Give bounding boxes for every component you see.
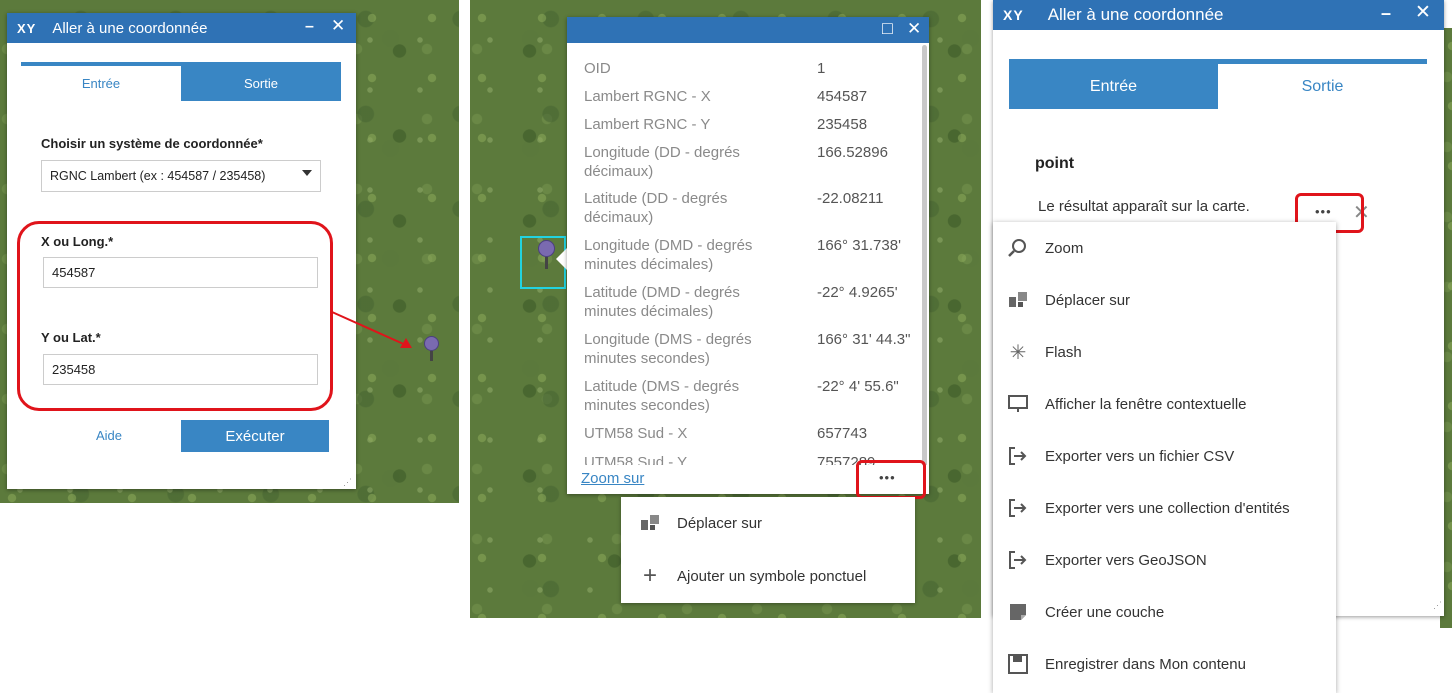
tab-input[interactable]: Entrée <box>1009 64 1218 109</box>
close-button[interactable]: ✕ <box>331 16 345 36</box>
pan-to-icon <box>1007 289 1029 311</box>
more-options-button[interactable]: ••• <box>879 470 896 485</box>
coordinate-widget-panel: XY Aller à une coordonnée – ✕ Entrée Sor… <box>7 13 356 489</box>
tab-output[interactable]: Sortie <box>1218 64 1427 109</box>
attribute-value: 166.52896 <box>817 144 888 161</box>
attribute-value: 166° 31.738' <box>817 237 901 254</box>
attribute-label: Longitude (DD - degrés décimaux) <box>584 144 740 180</box>
menu-item-add-point-symbol[interactable]: + Ajouter un symbole ponctuel <box>639 562 867 589</box>
attribute-label: Lambert RGNC - X <box>584 88 711 105</box>
attribute-value: -22° 4.9265' <box>817 284 898 301</box>
coordinate-system-select[interactable]: RGNC Lambert (ex : 454587 / 235458) <box>41 160 321 192</box>
export-icon <box>1007 445 1029 467</box>
widget-title: Aller à une coordonnée <box>1047 5 1224 24</box>
help-link[interactable]: Aide <box>96 428 122 443</box>
popup-window-icon <box>1007 393 1029 415</box>
x-input[interactable]: 454587 <box>43 257 318 288</box>
pan-to-icon <box>639 512 661 534</box>
attribute-label: UTM58 Sud - X <box>584 425 688 442</box>
annotation-arrow <box>331 311 412 348</box>
result-text: Le résultat apparaît sur la carte. <box>1038 198 1250 215</box>
close-button[interactable]: ✕ <box>907 19 921 39</box>
menu-item-label: Afficher la fenêtre contextuelle <box>1045 395 1247 413</box>
y-label: Y ou Lat.* <box>41 330 101 345</box>
menu-item-label: Exporter vers une collection d'entités <box>1045 499 1290 517</box>
attribute-value: 235458 <box>817 116 868 133</box>
feature-popup: □ ✕ OID 1 Lambert RGNC - X 454587 Lambert RG… <box>567 17 929 494</box>
attribute-label: Latitude (DMS - degrés minutes secondes) <box>584 378 740 414</box>
xy-logo-icon: XY <box>17 20 37 36</box>
resize-handle-icon[interactable]: ⋰ <box>1433 600 1442 611</box>
popup-scrollbar[interactable] <box>922 45 927 475</box>
save-icon <box>1007 653 1029 675</box>
menu-item-export-csv[interactable]: Exporter vers un fichier CSV <box>1007 443 1234 469</box>
close-button[interactable]: ✕ <box>1415 1 1431 24</box>
attribute-label: Latitude (DD - degrés décimaux) <box>584 190 728 226</box>
plus-icon: + <box>642 562 657 589</box>
menu-item-flash[interactable]: ✳ Flash <box>1007 339 1082 365</box>
attribute-label: Latitude (DMD - degrés minutes décimales… <box>584 284 740 320</box>
menu-item-export-geojson[interactable]: Exporter vers GeoJSON <box>1007 547 1207 573</box>
menu-item-label: Flash <box>1045 343 1082 361</box>
result-heading: point <box>1035 155 1075 172</box>
attribute-label: Longitude (DMS - degrés minutes secondes… <box>584 331 752 367</box>
attribute-label: OID <box>584 60 611 77</box>
menu-item-label: Exporter vers un fichier CSV <box>1045 447 1235 465</box>
attribute-value: 1 <box>817 60 826 77</box>
coordinate-system-value: RGNC Lambert (ex : 454587 / 235458) <box>50 169 266 183</box>
menu-item-create-layer[interactable]: Créer une couche <box>1007 599 1164 625</box>
menu-item-pan-to[interactable]: Déplacer sur <box>639 510 762 536</box>
attribute-value: 166° 31' 44.3" <box>817 331 911 348</box>
menu-item-pan-to[interactable]: Déplacer sur <box>1007 287 1130 313</box>
menu-item-zoom[interactable]: Zoom <box>1007 235 1083 261</box>
maximize-button[interactable]: □ <box>882 18 893 39</box>
menu-item-label: Exporter vers GeoJSON <box>1045 551 1207 569</box>
menu-item-label: Déplacer sur <box>1045 291 1131 309</box>
map-pin-icon[interactable] <box>424 336 440 364</box>
minimize-button[interactable]: – <box>1381 3 1391 24</box>
attribute-label: Lambert RGNC - Y <box>584 116 711 133</box>
zoom-to-link[interactable]: Zoom sur <box>581 470 644 487</box>
tab-output[interactable]: Sortie <box>181 66 341 101</box>
y-input[interactable]: 235458 <box>43 354 318 385</box>
x-input-value: 454587 <box>52 265 96 280</box>
popup-actions-menu: Déplacer sur + Ajouter un symbole ponctu… <box>621 497 915 603</box>
menu-item-label: Déplacer sur <box>677 514 763 532</box>
widget-title: Aller à une coordonnée <box>52 19 208 37</box>
menu-item-save-to-content[interactable]: Enregistrer dans Mon contenu <box>1007 651 1246 677</box>
popup-header: □ ✕ <box>567 17 929 43</box>
menu-item-label: Zoom <box>1045 239 1084 257</box>
widget-header: XY Aller à une coordonnée – ✕ <box>993 0 1444 30</box>
more-options-button[interactable]: ••• <box>1315 204 1332 219</box>
system-label: Choisir un système de coordonnée* <box>41 136 263 151</box>
attribute-value: -22.08211 <box>817 190 884 207</box>
attribute-value: 657743 <box>817 425 868 442</box>
minimize-button[interactable]: – <box>305 18 314 36</box>
menu-item-export-feature-collection[interactable]: Exporter vers une collection d'entités <box>1007 495 1290 521</box>
result-actions-menu: Zoom Déplacer sur ✳ Flash Afficher la fe… <box>993 222 1336 693</box>
export-icon <box>1007 549 1029 571</box>
xy-logo-icon: XY <box>1003 7 1024 23</box>
tab-input[interactable]: Entrée <box>21 66 181 101</box>
map-pin-icon-selected[interactable] <box>538 240 556 272</box>
zoom-icon <box>1007 237 1029 259</box>
y-input-value: 235458 <box>52 362 96 377</box>
menu-item-label: Enregistrer dans Mon contenu <box>1045 655 1246 673</box>
attribute-label: Longitude (DMD - degrés minutes décimale… <box>584 237 753 273</box>
flash-icon: ✳ <box>1009 341 1027 364</box>
attribute-value: -22° 4' 55.6" <box>817 378 899 395</box>
x-label: X ou Long.* <box>41 234 114 249</box>
widget-header: XY Aller à une coordonnée – ✕ <box>7 13 356 43</box>
export-icon <box>1007 497 1029 519</box>
menu-item-label: Créer une couche <box>1045 603 1165 621</box>
menu-item-show-popup[interactable]: Afficher la fenêtre contextuelle <box>1007 391 1247 417</box>
layer-icon <box>1007 601 1029 623</box>
resize-handle-icon[interactable]: ⋰ <box>343 477 352 488</box>
chevron-down-icon <box>302 170 312 176</box>
menu-item-label: Ajouter un symbole ponctuel <box>677 567 867 585</box>
attribute-value: 454587 <box>817 88 868 105</box>
execute-button[interactable]: Exécuter <box>181 420 329 452</box>
